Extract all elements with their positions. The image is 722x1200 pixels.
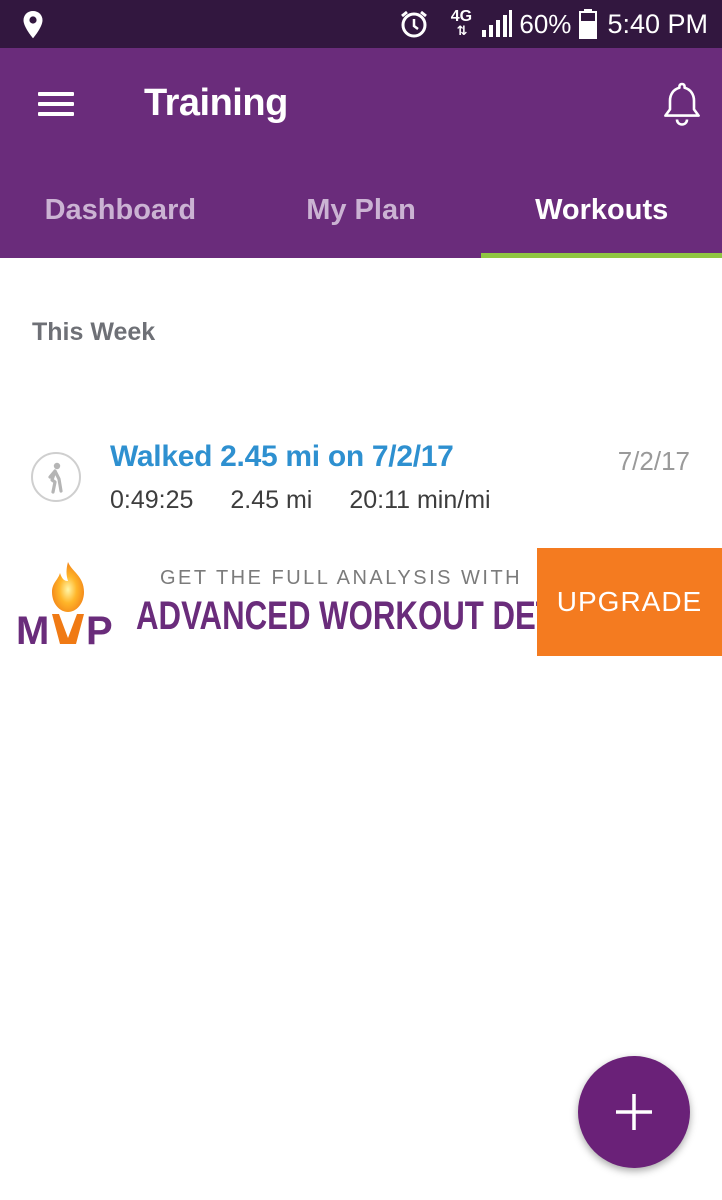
workout-stats: 0:49:25 2.45 mi 20:11 min/mi	[110, 486, 521, 515]
upgrade-promo-banner[interactable]: M P GET THE FULL ANALYSIS WITH ADVANCED …	[0, 548, 722, 656]
workout-list-item[interactable]: Walked 2.45 mi on 7/2/17 7/2/17 0:49:25 …	[0, 420, 722, 530]
workout-pace: 20:11 min/mi	[349, 486, 491, 514]
tab-workouts[interactable]: Workouts	[481, 168, 722, 258]
tab-dashboard[interactable]: Dashboard	[0, 168, 241, 258]
signal-icon	[482, 10, 513, 37]
status-bar: 4G ⇅ 60% 5:40 PM	[0, 0, 722, 48]
alarm-icon	[401, 10, 428, 38]
svg-text:P: P	[86, 609, 113, 646]
add-workout-button[interactable]	[578, 1056, 690, 1168]
plus-icon	[616, 1094, 652, 1130]
section-title-this-week: This Week	[32, 318, 156, 346]
bell-icon[interactable]	[660, 80, 704, 128]
workout-duration: 0:49:25	[110, 486, 194, 514]
svg-text:M: M	[16, 609, 51, 646]
workout-title[interactable]: Walked 2.45 mi on 7/2/17	[110, 440, 454, 474]
location-icon	[23, 11, 43, 39]
workout-distance: 2.45 mi	[230, 486, 313, 514]
battery-icon	[579, 9, 598, 39]
tab-bar: Dashboard My Plan Workouts	[0, 168, 722, 258]
status-time: 5:40 PM	[607, 8, 708, 39]
app-bar: Training Dashboard My Plan Workouts	[0, 48, 722, 258]
mvp-logo: M P	[16, 562, 113, 646]
page-title: Training	[144, 82, 288, 124]
battery-percent: 60%	[519, 8, 572, 39]
workout-date: 7/2/17	[617, 446, 690, 476]
hamburger-menu-icon[interactable]	[36, 86, 76, 120]
upgrade-button[interactable]: UPGRADE	[537, 548, 722, 656]
promo-tagline: GET THE FULL ANALYSIS WITH	[160, 567, 523, 589]
walking-icon	[31, 452, 81, 502]
network-icon: 4G ⇅	[450, 8, 473, 38]
tab-my-plan[interactable]: My Plan	[241, 168, 482, 258]
